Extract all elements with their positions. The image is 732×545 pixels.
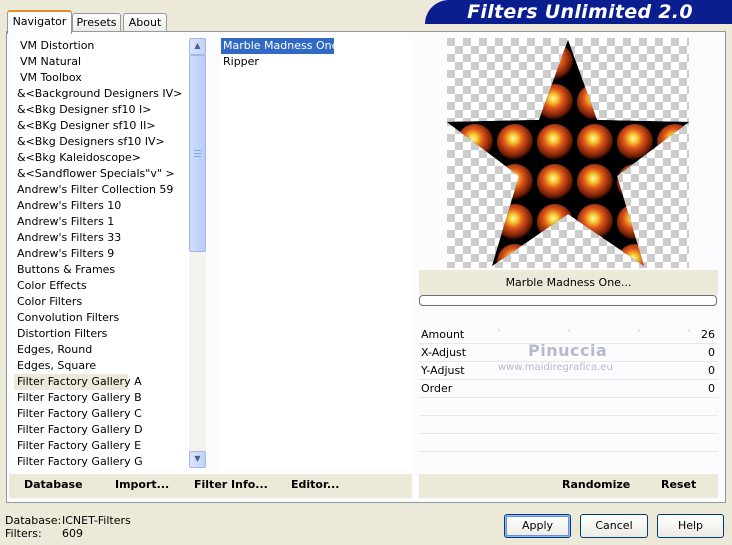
category-item[interactable]: &<Bkg Designers sf10 IV>	[14, 134, 189, 150]
category-item[interactable]: Andrew's Filters 10	[14, 198, 189, 214]
preview-image	[447, 38, 689, 268]
right-button-bar: Randomize Reset	[419, 474, 718, 498]
parameter-value: 0	[708, 346, 715, 359]
database-button[interactable]: Database	[24, 478, 83, 491]
category-item[interactable]: Buttons & Frames	[14, 262, 189, 278]
parameter-value: 0	[708, 382, 715, 395]
slider-ticks	[419, 322, 718, 332]
category-item[interactable]: Color Effects	[14, 278, 189, 294]
category-item[interactable]: Convolution Filters	[14, 310, 189, 326]
category-item[interactable]: &<Bkg Kaleidoscope>	[14, 150, 189, 166]
category-item[interactable]: Filter Factory Gallery C	[14, 406, 189, 422]
parameter-label: Order	[421, 382, 453, 395]
category-item[interactable]: VM Natural	[14, 54, 189, 70]
database-value: ICNET-Filters	[62, 514, 131, 527]
category-item[interactable]: &<Bkg Designer sf10 I>	[14, 102, 189, 118]
filters-count-label: Filters:	[5, 527, 42, 540]
scroll-down-button[interactable]: ▼	[189, 451, 206, 468]
left-button-bar: Database Import... Filter Info... Editor…	[9, 474, 412, 498]
help-button[interactable]: Help	[657, 514, 724, 538]
category-item[interactable]: VM Distortion	[14, 38, 189, 54]
parameter-value: 26	[701, 328, 715, 341]
filters-count-value: 609	[62, 527, 83, 540]
category-item[interactable]: Andrew's Filters 33	[14, 230, 189, 246]
watermark-name: Pinuccia	[528, 341, 608, 360]
tab-presets[interactable]: Presets	[72, 13, 121, 32]
filter-list[interactable]: Marble Madness One... Ripper	[221, 38, 412, 470]
category-item[interactable]: &<Background Designers IV>	[14, 86, 189, 102]
cancel-button[interactable]: Cancel	[580, 514, 648, 538]
parameter-label: Y-Adjust	[421, 364, 465, 377]
category-item[interactable]: Andrew's Filters 9	[14, 246, 189, 262]
category-item[interactable]: &<Sandflower Specials"v" >	[14, 166, 189, 182]
scroll-thumb[interactable]	[189, 55, 206, 252]
parameter-slider[interactable]: Order 0	[419, 380, 718, 398]
reset-button[interactable]: Reset	[661, 478, 696, 491]
filter-item[interactable]: Ripper	[221, 54, 412, 70]
progress-bar	[419, 295, 717, 306]
parameter-label: Amount	[421, 328, 465, 341]
app-title: Filters Unlimited 2.0	[467, 1, 693, 23]
category-item[interactable]: Andrew's Filter Collection 59	[14, 182, 189, 198]
category-item[interactable]: Filter Factory Gallery E	[14, 438, 189, 454]
category-item[interactable]: Color Filters	[14, 294, 189, 310]
category-item[interactable]: Edges, Round	[14, 342, 189, 358]
category-item[interactable]: VM Toolbox	[14, 70, 189, 86]
preview-filter-name: Marble Madness One...	[419, 270, 718, 295]
parameter-value: 0	[708, 364, 715, 377]
import-button[interactable]: Import...	[115, 478, 169, 491]
database-label: Database:	[5, 514, 62, 527]
category-item[interactable]: Filter Factory Gallery B	[14, 390, 189, 406]
category-item[interactable]: Filter Factory Gallery G	[14, 454, 189, 470]
scroll-up-button[interactable]: ▲	[189, 38, 206, 55]
category-item[interactable]: Distortion Filters	[14, 326, 189, 342]
category-item[interactable]: Edges, Square	[14, 358, 189, 374]
category-item[interactable]: &<BKg Designer sf10 II>	[14, 118, 189, 134]
tab-navigator[interactable]: Navigator	[7, 10, 72, 34]
watermark-site: www.maidiregrafica.eu	[498, 362, 613, 373]
tab-about[interactable]: About	[123, 13, 167, 32]
category-list[interactable]: VM Distortion VM Natural VM Toolbox &<Backg…	[14, 38, 189, 470]
category-item[interactable]: Filter Factory Gallery D	[14, 422, 189, 438]
filter-item[interactable]: Marble Madness One...	[221, 38, 349, 54]
category-scrollbar[interactable]: ▲ ▼	[189, 38, 206, 468]
category-item[interactable]: Andrew's Filters 1	[14, 214, 189, 230]
category-item[interactable]: Filter Factory Gallery A	[14, 374, 142, 390]
filter-info-button[interactable]: Filter Info...	[194, 478, 268, 491]
editor-button[interactable]: Editor...	[291, 478, 339, 491]
randomize-button[interactable]: Randomize	[562, 478, 630, 491]
apply-button[interactable]: Apply	[504, 514, 571, 538]
parameter-label: X-Adjust	[421, 346, 467, 359]
empty-slider-rows	[419, 398, 718, 470]
